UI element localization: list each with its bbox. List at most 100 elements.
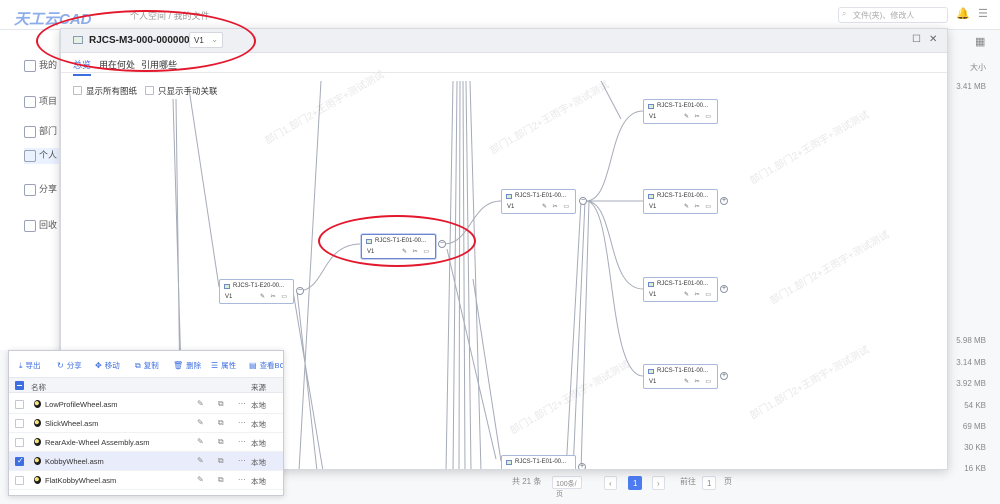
row-actions[interactable]: ✎ ⧉ ⋯: [197, 399, 252, 409]
node-actions[interactable]: ✎ ✂ ▭: [684, 378, 713, 385]
edge-line: [465, 80, 472, 469]
graph-node[interactable]: RJCS-T1-E01-00... V1 ✎ ✂ ▭: [643, 189, 718, 214]
edge-line: [296, 290, 318, 469]
node-actions[interactable]: ✎ ✂ ▭: [684, 203, 713, 210]
row-checkbox[interactable]: [15, 476, 24, 485]
close-icon[interactable]: ✕: [929, 34, 937, 45]
sidebar-item-department[interactable]: 部门: [24, 124, 64, 140]
graph-node[interactable]: RJCS-T1-E01-00... V1 ✎ ✂ ▭: [643, 277, 718, 302]
view-bom-button[interactable]: ▤查看BOM: [249, 360, 283, 371]
expand-node-button[interactable]: +: [720, 285, 728, 293]
row-actions[interactable]: ✎ ⧉ ⋯: [197, 475, 252, 485]
file-row-selected[interactable]: KobbyWheel.asm ✎ ⧉ ⋯ 本地: [9, 452, 283, 471]
pager-per-page-select[interactable]: 100条/页: [552, 476, 582, 498]
sidebar-item-recycle[interactable]: 回收: [24, 218, 64, 234]
edge-line: [188, 88, 220, 288]
notification-icon[interactable]: 🔔: [956, 7, 970, 20]
node-actions[interactable]: ✎ ✂ ▭: [260, 293, 289, 300]
row-actions[interactable]: ✎ ⧉ ⋯: [197, 456, 252, 466]
node-actions[interactable]: ✎ ✂ ▭: [542, 203, 571, 210]
tab-references[interactable]: 引用哪些: [141, 58, 177, 71]
row-checkbox[interactable]: [15, 400, 24, 409]
share-button[interactable]: ↻ 分享: [57, 360, 82, 371]
maximize-icon[interactable]: ☐: [912, 34, 921, 45]
size-value: 30 KB: [964, 443, 986, 452]
tab-overview[interactable]: 总览: [73, 58, 92, 76]
assembly-file-icon: [648, 369, 654, 374]
chevron-down-icon: ⌄: [211, 35, 218, 44]
graph-node[interactable]: RJCS-T1-E01-00... V1 ✎ ✂ ▭: [501, 189, 576, 214]
graph-node-root[interactable]: RJCS-T1-E01-00... V1 ✎ ✂ ▭: [361, 234, 436, 259]
version-select[interactable]: V1 ⌄: [189, 32, 223, 48]
move-button[interactable]: ✥ 移动: [95, 360, 120, 371]
tab-where-used[interactable]: 用在何处: [99, 58, 135, 71]
column-header-source[interactable]: 来源: [251, 382, 266, 393]
graph-node[interactable]: RJCS-T1-E01-00... V1: [501, 455, 576, 469]
size-value: 5.98 MB: [956, 336, 986, 345]
assembly-file-icon: [73, 36, 83, 44]
row-checkbox[interactable]: [15, 438, 24, 447]
pager-goto-input[interactable]: 1: [702, 476, 717, 490]
expand-node-button[interactable]: +: [578, 463, 586, 469]
pager-prev-button[interactable]: ‹: [604, 476, 617, 490]
collapse-node-button[interactable]: −: [438, 240, 446, 248]
breadcrumb[interactable]: 个人空间 / 我的文件: [130, 9, 210, 22]
copy-button[interactable]: ⧉ 复制: [135, 360, 159, 371]
export-icon: ⤓: [19, 361, 23, 370]
edge-line: [297, 243, 362, 292]
file-row[interactable]: LowProfileWheel.asm ✎ ⧉ ⋯ 本地: [9, 395, 283, 414]
share-icon: ↻: [57, 361, 64, 370]
menu-icon[interactable]: ☰: [978, 7, 988, 20]
row-actions[interactable]: ✎ ⧉ ⋯: [197, 418, 252, 428]
file-table-header: 名称 来源: [9, 377, 283, 393]
row-checkbox[interactable]: [15, 419, 24, 428]
graph-node[interactable]: RJCS-T1-E01-00... V1 ✎ ✂ ▭: [643, 99, 718, 124]
file-name[interactable]: FlatKobbyWheel.asm: [45, 476, 116, 485]
home-icon: [24, 59, 36, 72]
graph-node[interactable]: RJCS-T1-E20-00... V1 ✎ ✂ ▭: [219, 279, 294, 304]
select-all-checkbox[interactable]: [15, 381, 24, 390]
manual-links-only-checkbox[interactable]: 只显示手动关联: [145, 85, 218, 97]
pager-page-button[interactable]: 1: [628, 476, 643, 490]
node-actions[interactable]: ✎ ✂ ▭: [402, 248, 431, 255]
assembly-file-icon: [366, 239, 372, 244]
column-header-size: 大小: [970, 63, 986, 72]
assembly-file-icon: [506, 194, 512, 199]
person-icon: [24, 149, 36, 162]
edge-line: [600, 80, 622, 120]
node-actions[interactable]: ✎ ✂ ▭: [684, 113, 713, 120]
row-checkbox-checked[interactable]: [15, 456, 24, 466]
sidebar-item-home[interactable]: 我的: [24, 58, 64, 74]
dialog-tabs: 总览 用在何处 引用哪些: [61, 53, 947, 76]
column-header-name[interactable]: 名称: [31, 382, 46, 393]
pager-next-button[interactable]: ›: [652, 476, 665, 490]
dialog-header: RJCS-M3-000-000000-T.asm V1 ⌄ ☐ ✕: [61, 29, 947, 53]
file-name[interactable]: KobbyWheel.asm: [45, 457, 104, 466]
top-bar: 天工云CAD 个人空间 / 我的文件 文件(夹)、修改人 🔔 ☰: [0, 0, 1000, 30]
file-name[interactable]: LowProfileWheel.asm: [45, 400, 118, 409]
sidebar-item-personal[interactable]: 个人: [24, 148, 64, 164]
properties-button[interactable]: ☰ 属性: [211, 360, 236, 371]
file-source: 本地: [251, 439, 266, 448]
node-actions[interactable]: ✎ ✂ ▭: [684, 291, 713, 298]
expand-node-button[interactable]: +: [720, 372, 728, 380]
file-name[interactable]: SlickWheel.asm: [45, 419, 98, 428]
collapse-node-button[interactable]: −: [296, 287, 304, 295]
size-value: 3.14 MB: [956, 358, 986, 367]
expand-node-button[interactable]: +: [720, 197, 728, 205]
collapse-node-button[interactable]: −: [579, 197, 587, 205]
row-actions[interactable]: ✎ ⧉ ⋯: [197, 437, 252, 447]
sidebar-item-project[interactable]: 项目: [24, 94, 64, 110]
app-logo: 天工云CAD: [14, 11, 92, 28]
file-name[interactable]: RearAxle-Wheel Assembly.asm: [45, 438, 149, 447]
file-row[interactable]: FlatKobbyWheel.asm ✎ ⧉ ⋯ 本地: [9, 471, 283, 490]
file-row[interactable]: SlickWheel.asm ✎ ⧉ ⋯ 本地: [9, 414, 283, 433]
show-all-drawings-checkbox[interactable]: 显示所有图纸: [73, 85, 137, 97]
graph-node[interactable]: RJCS-T1-E01-00... V1 ✎ ✂ ▭: [643, 364, 718, 389]
search-input[interactable]: 文件(夹)、修改人: [838, 7, 948, 23]
export-button[interactable]: ⤓ 导出: [19, 360, 41, 371]
pager-total: 共 21 条: [512, 477, 542, 486]
file-row[interactable]: RearAxle-Wheel Assembly.asm ✎ ⧉ ⋯ 本地: [9, 433, 283, 452]
sidebar-item-share[interactable]: 分享: [24, 182, 64, 198]
delete-button[interactable]: 🗑 删除: [173, 360, 201, 371]
